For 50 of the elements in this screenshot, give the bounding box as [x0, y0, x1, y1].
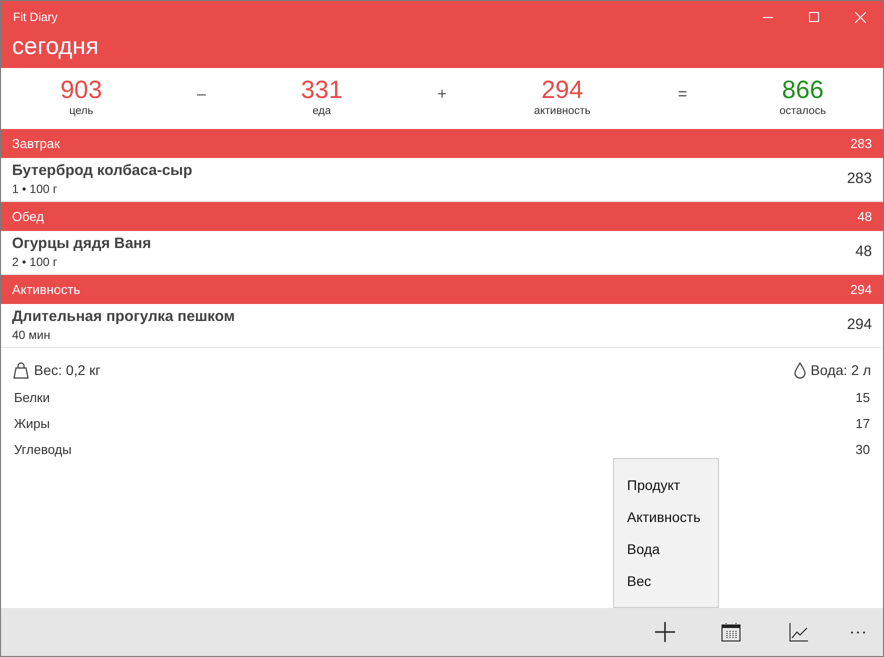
entry-value: 283	[846, 169, 872, 190]
entry-name: Длительная прогулка пешком	[12, 307, 235, 326]
nutrient-value: 15	[856, 389, 870, 408]
section-total: 48	[858, 208, 872, 226]
entry-value: 48	[855, 242, 872, 262]
section-total: 294	[850, 280, 872, 299]
calorie-label: активность	[534, 104, 591, 120]
entry-value: 294	[846, 315, 872, 336]
calorie-value: 903	[60, 77, 102, 104]
operator-sign: +	[436, 84, 448, 104]
operator-sign: –	[196, 84, 207, 104]
nutrient-value: 30	[856, 441, 870, 460]
nutrient-name: Белки	[14, 389, 50, 408]
window-title: Fit Diary	[12, 9, 58, 26]
entry-row[interactable]: Длительная прогулка пешком 40 мин 294	[1, 304, 883, 348]
nutrient-value: 17	[856, 415, 870, 434]
water-drop-icon	[794, 362, 806, 379]
nutrient-name: Жиры	[14, 415, 50, 434]
operator-sign: =	[676, 84, 688, 104]
calorie-value: 294	[541, 77, 584, 104]
entry-detail: 40 мин	[12, 327, 52, 344]
plus-icon	[655, 622, 675, 642]
water-text: Вода: 2 л	[810, 361, 871, 380]
entry-name: Бутерброд колбаса-сыр	[12, 161, 192, 180]
calorie-label: еда	[312, 104, 331, 120]
calorie-label: цель	[69, 104, 94, 120]
menu-item[interactable]: Продукт	[614, 469, 718, 501]
section-title: Завтрак	[12, 134, 60, 153]
menu-item[interactable]: Активность	[614, 501, 718, 533]
entry-detail: 1 • 100 г	[12, 181, 58, 198]
section-total: 283	[850, 134, 872, 153]
close-icon	[854, 12, 866, 22]
entry-detail: 2 • 100 г	[12, 254, 58, 271]
minimize-icon	[763, 16, 773, 18]
calorie-label: осталось	[779, 104, 826, 120]
weight-text: Вес: 0,2 кг	[34, 361, 100, 380]
calorie-value: 331	[300, 77, 343, 104]
menu-item[interactable]: Вес	[614, 565, 718, 597]
calorie-value: 866	[782, 77, 824, 104]
nutrient-name: Углеводы	[14, 441, 72, 460]
entry-name: Огурцы дядя Ваня	[12, 234, 152, 253]
section-title: Активность	[12, 280, 80, 299]
more-icon	[850, 630, 866, 634]
line-chart-icon	[789, 622, 809, 642]
weight-icon	[13, 362, 29, 379]
maximize-icon	[809, 12, 819, 22]
section-title: Обед	[12, 208, 44, 226]
calendar-icon	[721, 622, 741, 642]
menu-item[interactable]: Вода	[614, 533, 718, 565]
page-title: сегодня	[11, 33, 100, 61]
